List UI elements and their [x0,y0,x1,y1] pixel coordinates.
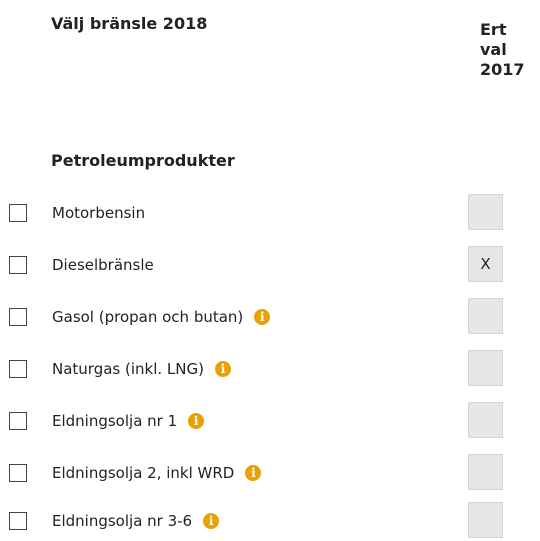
info-icon[interactable]: i [188,413,205,429]
previous-choice-box [468,454,503,490]
previous-choice-header-line: Ert [480,20,507,39]
fuel-checkbox[interactable] [9,204,27,222]
page-title: Välj bränsle 2018 [51,14,208,33]
fuel-row-dieselbransle: Dieselbränsle X [0,245,540,285]
fuel-checkbox[interactable] [9,308,27,326]
info-icon[interactable]: i [254,309,271,325]
fuel-row-naturgas: Naturgas (inkl. LNG) i [0,349,540,389]
fuel-label: Eldningsolja nr 1 [52,412,178,430]
previous-choice-box [468,350,503,386]
previous-choice-box [468,502,503,538]
fuel-checkbox[interactable] [9,412,27,430]
fuel-label: Dieselbränsle [52,256,154,274]
fuel-label-wrap: Eldningsolja nr 1 i [52,411,205,431]
fuel-label-wrap: Eldningsolja nr 3-6 i [52,511,220,531]
info-icon[interactable]: i [203,513,220,529]
fuel-label: Gasol (propan och butan) [52,308,244,326]
fuel-label-wrap: Gasol (propan och butan) i [52,307,271,327]
fuel-row-eldningsolja-3-6: Eldningsolja nr 3-6 i [0,501,540,541]
fuel-label: Eldningsolja nr 3-6 [52,512,193,530]
previous-choice-header-line: val [480,40,507,59]
fuel-row-motorbensin: Motorbensin [0,193,540,233]
fuel-label-wrap: Naturgas (inkl. LNG) i [52,359,231,379]
previous-choice-header: Ert val 2017 [480,20,538,80]
fuel-label: Eldningsolja 2, inkl WRD [52,464,235,482]
fuel-label-wrap: Eldningsolja 2, inkl WRD i [52,463,262,483]
fuel-label: Motorbensin [52,204,146,222]
fuel-checkbox[interactable] [9,464,27,482]
fuel-checkbox[interactable] [9,360,27,378]
previous-choice-box [468,402,503,438]
fuel-row-eldningsolja-2: Eldningsolja 2, inkl WRD i [0,453,540,493]
info-icon[interactable]: i [245,465,262,481]
fuel-checkbox[interactable] [9,512,27,530]
fuel-label-wrap: Dieselbränsle [52,255,154,275]
fuel-row-gasol: Gasol (propan och butan) i [0,297,540,337]
previous-choice-box [468,194,503,230]
previous-choice-box [468,298,503,334]
previous-choice-header-line: 2017 [480,60,525,79]
fuel-row-eldningsolja-1: Eldningsolja nr 1 i [0,401,540,441]
fuel-label-wrap: Motorbensin [52,203,145,223]
previous-choice-box: X [468,246,503,282]
fuel-label: Naturgas (inkl. LNG) [52,360,204,378]
fuel-checkbox[interactable] [9,256,27,274]
info-icon[interactable]: i [214,361,231,377]
section-title: Petroleumprodukter [51,151,235,170]
